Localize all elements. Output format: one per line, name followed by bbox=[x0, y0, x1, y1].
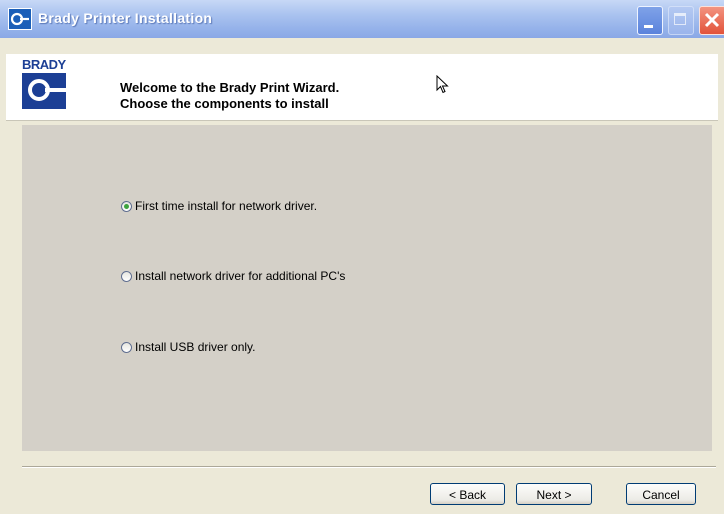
mouse-cursor-icon bbox=[436, 75, 449, 94]
option-label: First time install for network driver. bbox=[135, 199, 318, 213]
radio-button[interactable] bbox=[121, 270, 132, 282]
installer-window: Brady Printer Installation BRADY Welcome… bbox=[0, 0, 724, 514]
maximize-button[interactable] bbox=[668, 6, 694, 35]
brady-logo-text: BRADY bbox=[22, 57, 66, 72]
footer-divider bbox=[22, 466, 716, 468]
wizard-header bbox=[6, 54, 718, 121]
option-first-time-network[interactable]: First time install for network driver. bbox=[121, 197, 317, 215]
brady-logo: BRADY bbox=[22, 57, 72, 115]
option-additional-pcs[interactable]: Install network driver for additional PC… bbox=[121, 267, 345, 285]
next-button[interactable]: Next > bbox=[516, 483, 592, 505]
options-panel bbox=[22, 125, 712, 451]
radio-button[interactable] bbox=[121, 341, 132, 353]
radio-button-selected[interactable] bbox=[121, 200, 132, 212]
brady-logo-icon bbox=[22, 73, 66, 109]
header-title: Welcome to the Brady Print Wizard. Choos… bbox=[120, 80, 339, 112]
minimize-button[interactable] bbox=[637, 6, 663, 35]
header-title-line1: Welcome to the Brady Print Wizard. bbox=[120, 80, 340, 95]
minimize-icon bbox=[644, 25, 653, 28]
title-bar[interactable]: Brady Printer Installation bbox=[0, 0, 724, 38]
option-label: Install USB driver only. bbox=[135, 340, 256, 354]
option-usb-only[interactable]: Install USB driver only. bbox=[121, 338, 256, 356]
maximize-icon bbox=[674, 13, 686, 25]
option-label: Install network driver for additional PC… bbox=[135, 269, 346, 283]
back-button[interactable]: < Back bbox=[430, 483, 505, 505]
window-title: Brady Printer Installation bbox=[38, 10, 213, 26]
close-icon bbox=[704, 12, 720, 28]
app-icon bbox=[8, 8, 32, 30]
close-button[interactable] bbox=[699, 6, 724, 35]
header-title-line2: Choose the components to install bbox=[120, 96, 329, 111]
cancel-button[interactable]: Cancel bbox=[626, 483, 696, 505]
